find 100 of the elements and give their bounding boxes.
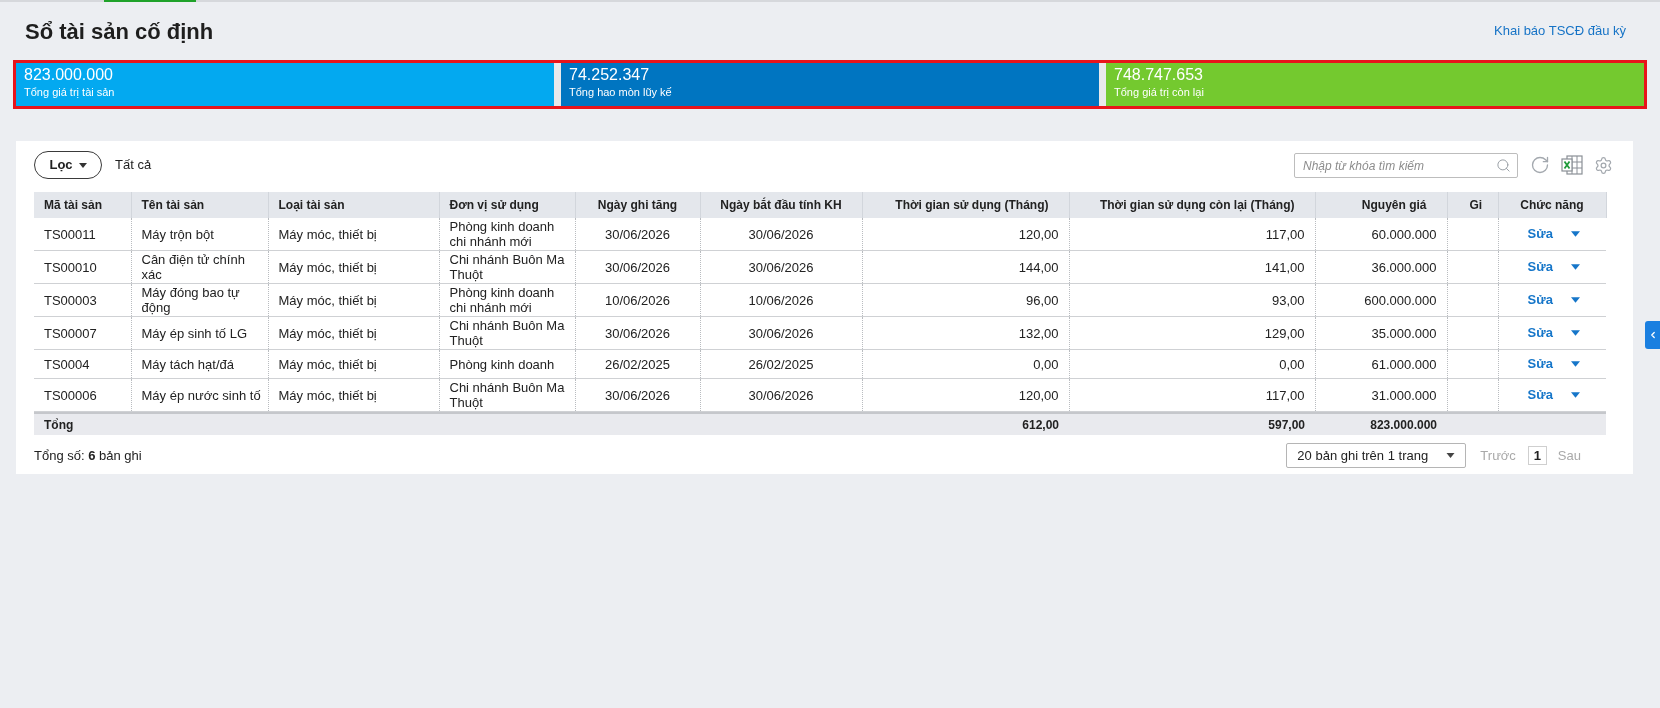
total-cell-text: 823.000.000 [1369, 416, 1438, 434]
column-header: Loại tài sản [268, 192, 439, 218]
summary-value: 748.747.653 [1114, 65, 1204, 85]
column-header: Tên tài sản [131, 192, 268, 218]
table-cell: Máy đóng bao tự động [131, 283, 268, 317]
table-cell: 30/06/2026 [700, 316, 862, 350]
total-cell-text: 612,00 [1021, 416, 1060, 434]
more-actions-button[interactable] [1570, 262, 1581, 272]
record-count: Tổng số: 6 bản ghi [34, 446, 142, 465]
table-cell: 31.000.000 [1315, 378, 1447, 412]
opening-balance-link[interactable]: Khai báo TSCĐ đầu kỳ [1494, 21, 1626, 41]
spreadsheet-export-icon[interactable] [1561, 155, 1583, 175]
table-cell: 117,00 [1069, 378, 1315, 412]
edit-link[interactable]: Sửa [1527, 224, 1553, 244]
total-label: Tổng [43, 416, 75, 434]
table-cell: Máy móc, thiết bị [268, 316, 439, 350]
table-cell: 600.000.000 [1315, 283, 1447, 317]
column-header: Gi [1447, 192, 1498, 218]
more-actions-button[interactable] [1570, 328, 1581, 338]
caret-down-icon [1571, 330, 1581, 336]
table-cell: Máy ép nước sinh tố [131, 378, 268, 412]
summary-value: 823.000.000 [24, 65, 114, 85]
table-cell: Phòng kinh doanh chi nhánh mới [439, 218, 575, 251]
edit-link[interactable]: Sửa [1527, 385, 1553, 405]
table-cell: 30/06/2026 [700, 218, 862, 251]
more-actions-button[interactable] [1570, 295, 1581, 305]
table-cell: TS00003 [34, 283, 131, 317]
column-header: Đơn vị sử dụng [439, 192, 575, 218]
summary-label: Tổng giá trị còn lại [1114, 85, 1205, 99]
filter-value: Tất cả [115, 156, 152, 175]
table-cell: Máy móc, thiết bị [268, 378, 439, 412]
caret-down-icon [1571, 264, 1581, 270]
table-cell: 117,00 [1069, 218, 1315, 251]
table-cell: 30/06/2026 [700, 378, 862, 412]
edit-link[interactable]: Sửa [1527, 257, 1553, 277]
column-header: Ngày ghi tăng [575, 192, 700, 218]
caret-down-icon [1571, 231, 1581, 237]
search-field[interactable]: Nhập từ khóa tìm kiếm [1294, 153, 1518, 178]
table-cell: Máy ép sinh tố LG [131, 316, 268, 350]
side-panel-toggle[interactable] [1645, 321, 1660, 349]
table-cell: 0,00 [862, 349, 1069, 379]
total-cell-text: 597,00 [1267, 416, 1306, 434]
table-cell: Máy trộn bột [131, 218, 268, 251]
table-cell: 120,00 [862, 218, 1069, 251]
caret-down-icon [78, 162, 87, 168]
table-cell: Máy tách hạt/đá [131, 349, 268, 379]
page-number-button[interactable]: 1 [1527, 446, 1547, 465]
table-cell: 30/06/2026 [700, 250, 862, 284]
table-cell: 26/02/2025 [700, 349, 862, 379]
table-cell: 129,00 [1069, 316, 1315, 350]
column-header: Nguyên giá [1315, 192, 1447, 218]
table-cell: 30/06/2026 [575, 316, 700, 350]
table-cell: Máy móc, thiết bị [268, 218, 439, 251]
table-cell: Chi nhánh Buôn Ma Thuột [439, 378, 575, 412]
table-cell: Phòng kinh doanh chi nhánh mới [439, 283, 575, 317]
table-cell: Máy móc, thiết bị [268, 250, 439, 284]
column-header: Ngày bắt đầu tính KH [700, 192, 862, 218]
table-cell: 60.000.000 [1315, 218, 1447, 251]
caret-down-icon [1571, 361, 1581, 367]
column-header: Mã tài sản [34, 192, 131, 218]
table-cell: 36.000.000 [1315, 250, 1447, 284]
settings-icon[interactable] [1594, 155, 1613, 175]
table-cell: Chi nhánh Buôn Ma Thuột [439, 250, 575, 284]
table-cell: Máy móc, thiết bị [268, 283, 439, 317]
more-actions-button[interactable] [1570, 359, 1581, 369]
refresh-icon[interactable] [1530, 155, 1550, 175]
table-cell: 10/06/2026 [700, 283, 862, 317]
summary-label: Tổng giá trị tài sản [24, 85, 116, 99]
table-cell: Cân điện tử chính xác [131, 250, 268, 284]
table-cell: TS0004 [34, 349, 131, 379]
table-cell: 141,00 [1069, 250, 1315, 284]
caret-down-icon [1571, 392, 1581, 398]
table-cell: 26/02/2025 [575, 349, 700, 379]
table-cell: TS00006 [34, 378, 131, 412]
table-cell: Phòng kinh doanh [439, 349, 575, 379]
column-header: Thời gian sử dụng (Tháng) [862, 192, 1069, 218]
summary-value: 74.252.347 [569, 65, 651, 85]
edit-link[interactable]: Sửa [1527, 290, 1553, 310]
table-cell: 120,00 [862, 378, 1069, 412]
table-cell: 0,00 [1069, 349, 1315, 379]
table-cell: 30/06/2026 [575, 218, 700, 251]
page-size-select[interactable]: 20 bản ghi trên 1 trang [1286, 443, 1467, 468]
search-icon [1496, 157, 1511, 173]
table-cell: 35.000.000 [1315, 316, 1447, 350]
table-cell: TS00011 [34, 218, 131, 251]
table-cell: Chi nhánh Buôn Ma Thuột [439, 316, 575, 350]
table-cell: TS00007 [34, 316, 131, 350]
table-cell: 96,00 [862, 283, 1069, 317]
table-cell: 30/06/2026 [575, 250, 700, 284]
edit-link[interactable]: Sửa [1527, 354, 1553, 374]
table-cell: 61.000.000 [1315, 349, 1447, 379]
column-header: Thời gian sử dụng còn lại (Tháng) [1069, 192, 1315, 218]
column-header: Chức năng [1498, 192, 1606, 218]
table-cell: 144,00 [862, 250, 1069, 284]
more-actions-button[interactable] [1570, 229, 1581, 239]
edit-link[interactable]: Sửa [1527, 323, 1553, 343]
summary-label: Tổng hao mòn lũy kế [569, 85, 673, 99]
table-cell: 93,00 [1069, 283, 1315, 317]
page-title: Sổ tài sản cố định [25, 17, 214, 46]
more-actions-button[interactable] [1570, 390, 1581, 400]
